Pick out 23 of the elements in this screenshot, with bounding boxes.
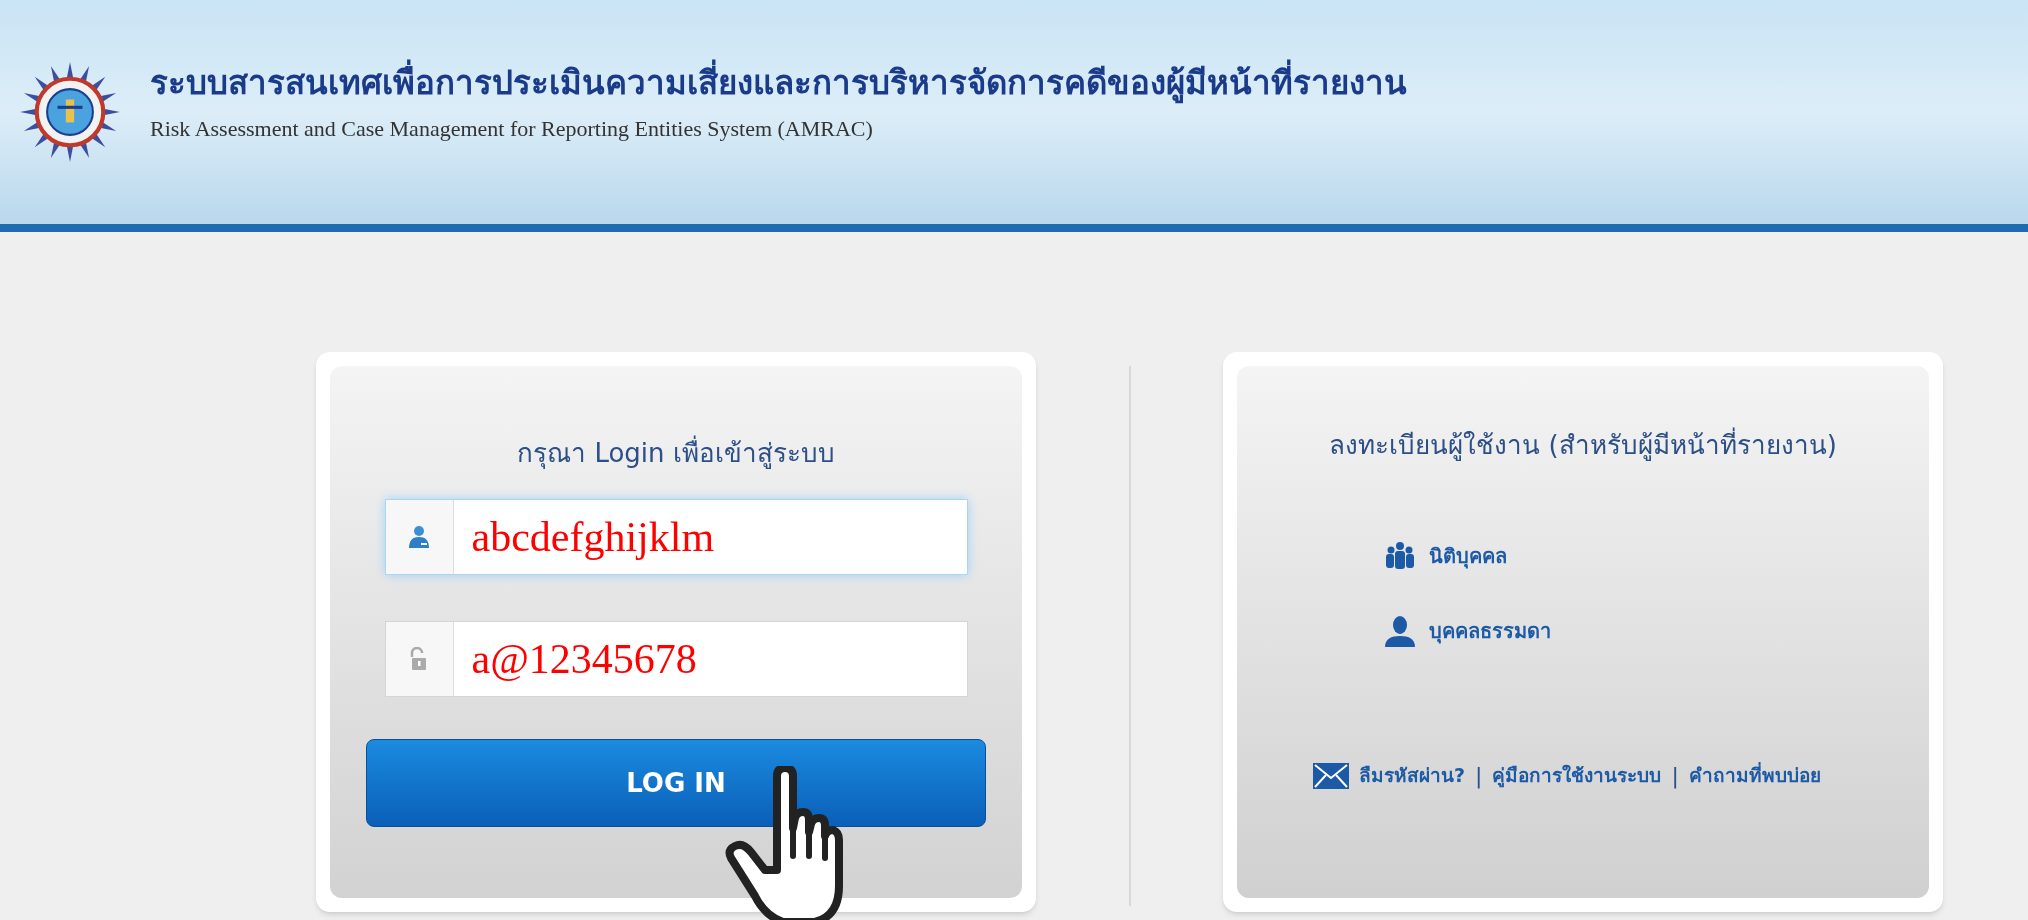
help-link[interactable]: ลืมรหัสผ่าน? (1359, 761, 1466, 790)
input-field[interactable]: abcdefghijklm (384, 499, 968, 575)
help-link[interactable]: คำถามที่พบบ่อย (1688, 761, 1821, 790)
link-separator: | (1475, 762, 1483, 791)
input-field[interactable]: a@12345678 (384, 621, 968, 697)
register-option-link[interactable]: นิติบุคคล (1385, 541, 1929, 571)
person-icon (1385, 615, 1415, 647)
help-link[interactable]: คู่มือการใช้งานระบบ (1492, 761, 1662, 790)
group-icon (1385, 541, 1415, 571)
system-title: ระบบสารสนเทศเพื่อการประเมินความเสี่ยงและการบริหารจัดการคดีของผู้มีหน้าที่รายงาน (150, 58, 1407, 109)
system-subtitle: Risk Assessment and Case Management for Reporting Entities System (AMRAC) (150, 115, 874, 144)
register-option-link[interactable]: บุคคลธรรมดา (1385, 615, 1929, 647)
option-label: นิติบุคคล (1429, 543, 1507, 571)
field-value: a@12345678 (470, 634, 697, 684)
login-button[interactable]: LOG IN (366, 739, 986, 827)
login-title: กรุณา Login เพื่อเข้าสู่ระบบ (517, 434, 835, 473)
link-separator: | (1671, 762, 1679, 791)
envelope-icon (1313, 762, 1349, 789)
user-icon (408, 525, 430, 549)
field-value: abcdefghijklm (470, 512, 715, 562)
register-title: ลงทะเบียนผู้ใช้งาน (สำหรับผู้มีหน้าที่รายงาน) (1329, 426, 1837, 465)
padlock-icon (409, 647, 429, 671)
option-label: บุคคลธรรมดา (1429, 618, 1551, 646)
